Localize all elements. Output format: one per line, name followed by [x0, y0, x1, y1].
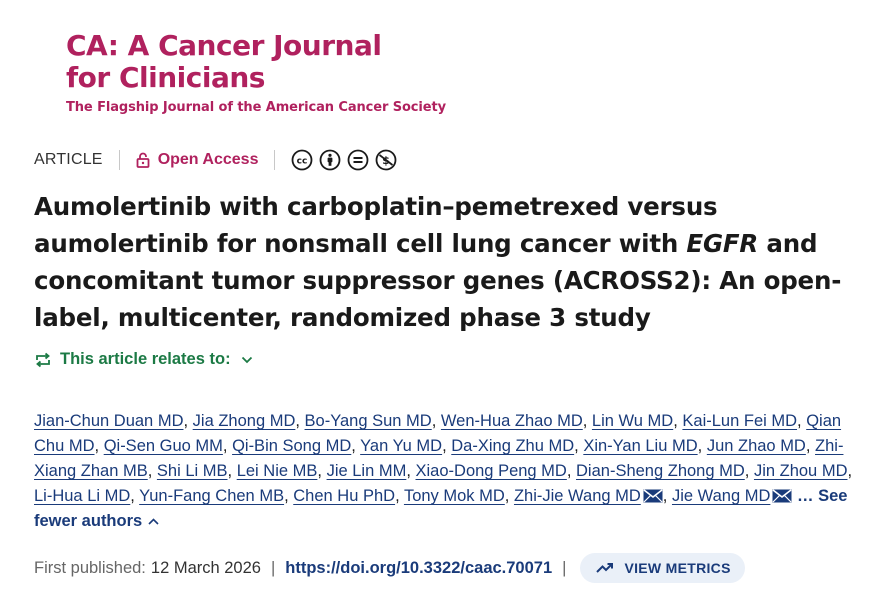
relates-to-label: This article relates to: [60, 350, 231, 368]
article-type: ARTICLE [34, 151, 103, 168]
author-link[interactable]: Jin Zhou MD [754, 462, 848, 480]
divider [118, 150, 120, 170]
author-link[interactable]: Zhi-Jie Wang MD [514, 487, 641, 505]
author-link[interactable]: Tony Mok MD [404, 487, 505, 505]
author-link[interactable]: Jun Zhao MD [707, 437, 806, 455]
author-list: Jian-Chun Duan MD, Jia Zhong MD, Bo-Yang… [34, 412, 853, 530]
author-link[interactable]: Wen-Hua Zhao MD [441, 412, 583, 430]
authors-ellipsis: … [796, 487, 814, 505]
publication-info-row: First published: 12 March 2026 | https:/… [34, 553, 745, 583]
open-access-label: Open Access [157, 151, 259, 168]
attribution-icon [320, 149, 341, 171]
corresponding-author-email[interactable] [770, 487, 792, 505]
journal-tagline: The Flagship Journal of the American Can… [66, 100, 446, 115]
article-meta-row: ARTICLE Open Access cc $ [34, 148, 397, 172]
author-link[interactable]: Dian-Sheng Zhong MD [576, 462, 745, 480]
author-link[interactable]: Lei Nie MB [237, 462, 318, 480]
author-link[interactable]: Qi-Sen Guo MM [104, 437, 223, 455]
non-commercial-icon: $ [376, 149, 397, 171]
author-link[interactable]: Bo-Yang Sun MD [305, 412, 432, 430]
publication-date: 12 March 2026 [150, 558, 261, 577]
author-link[interactable]: Chen Hu PhD [293, 487, 395, 505]
separator: | [562, 558, 567, 577]
cc-icon: cc [292, 149, 313, 171]
envelope-icon [772, 489, 792, 503]
author-link[interactable]: Jie Lin MM [327, 462, 407, 480]
article-title: Aumolertinib with carboplatin–pemetrexed… [34, 188, 854, 336]
chevron-down-icon [241, 356, 252, 363]
first-published-label: First published: [34, 558, 146, 577]
author-link[interactable]: Jie Wang MD [672, 487, 770, 505]
title-italic-gene: EGFR [686, 229, 759, 258]
journal-name-line1: CA: A Cancer Journal [66, 29, 382, 62]
divider [274, 150, 276, 170]
author-link[interactable]: Li-Hua Li MD [34, 487, 130, 505]
author-link[interactable]: Xin-Yan Liu MD [583, 437, 697, 455]
author-link[interactable]: Shi Li MB [157, 462, 228, 480]
author-link[interactable]: Yun-Fang Chen MB [139, 487, 284, 505]
chevron-up-icon [148, 518, 159, 525]
journal-logo[interactable]: CA: A Cancer Journal for Clinicians The … [66, 29, 446, 116]
author-link[interactable]: Jian-Chun Duan MD [34, 412, 183, 430]
svg-text:cc: cc [297, 157, 308, 167]
relates-to-toggle[interactable]: This article relates to: [34, 350, 253, 369]
author-link[interactable]: Da-Xing Zhu MD [451, 437, 574, 455]
view-metrics-button[interactable]: VIEW METRICS [580, 553, 745, 583]
author-link[interactable]: Jia Zhong MD [193, 412, 296, 430]
corresponding-author-email[interactable] [641, 487, 663, 505]
envelope-icon [643, 489, 663, 503]
lock-open-icon [136, 152, 150, 168]
view-metrics-label: VIEW METRICS [624, 560, 731, 576]
doi-link[interactable]: https://doi.org/10.3322/caac.70071 [285, 559, 552, 578]
no-derivatives-icon [348, 149, 369, 171]
author-link[interactable]: Lin Wu MD [592, 412, 673, 430]
license-icons[interactable]: cc $ [291, 149, 397, 171]
open-access-badge: Open Access [136, 151, 259, 169]
author-link[interactable]: Yan Yu MD [360, 437, 442, 455]
author-link[interactable]: Kai-Lun Fei MD [682, 412, 797, 430]
author-link[interactable]: Qi-Bin Song MD [232, 437, 351, 455]
author-link[interactable]: Xiao-Dong Peng MD [416, 462, 567, 480]
separator: | [270, 558, 276, 577]
title-part1: Aumolertinib with carboplatin–pemetrexed… [34, 192, 718, 258]
trending-up-icon [596, 563, 614, 573]
journal-name-line2: for Clinicians [66, 61, 265, 94]
swap-icon [36, 352, 50, 367]
